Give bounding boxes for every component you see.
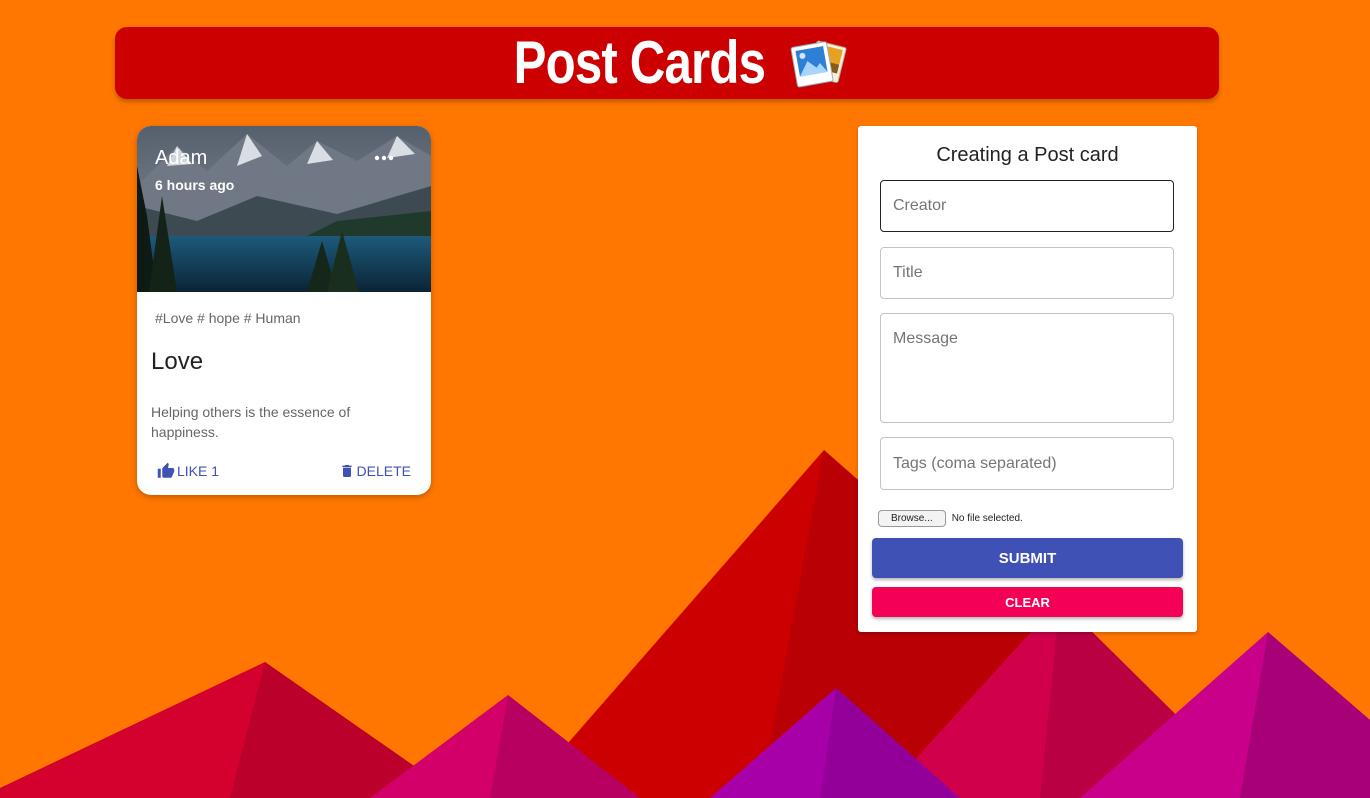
tags-field[interactable]	[880, 437, 1174, 490]
file-input: Browse... No file selected.	[878, 510, 1023, 527]
post-tags: #Love # hope # Human	[155, 310, 301, 326]
app-title: Post Cards	[513, 29, 765, 96]
photos-icon	[791, 40, 847, 88]
trash-icon	[341, 465, 352, 477]
submit-button[interactable]: SUBMIT	[872, 538, 1183, 578]
browse-button[interactable]: Browse...	[878, 510, 946, 527]
post-actions: LIKE 1 DELETE	[137, 458, 431, 486]
thumb-up-icon	[157, 462, 175, 478]
title-field[interactable]	[880, 247, 1174, 299]
post-time: 6 hours ago	[155, 177, 235, 193]
file-status: No file selected.	[951, 513, 1023, 524]
message-field[interactable]	[880, 313, 1174, 423]
form-heading: Creating a Post card	[936, 144, 1119, 166]
creator-field[interactable]	[880, 180, 1174, 232]
delete-button[interactable]: DELETE	[339, 462, 411, 480]
post-image: Adam 6 hours ago	[137, 126, 431, 292]
post-card: Adam 6 hours ago #Love # hope # Human Lo…	[137, 126, 431, 495]
post-creator: Adam	[155, 147, 208, 169]
more-options-icon[interactable]	[373, 148, 395, 168]
delete-label: DELETE	[356, 463, 411, 479]
like-label: LIKE 1	[177, 463, 220, 479]
clear-button[interactable]: CLEAR	[872, 587, 1183, 617]
like-button[interactable]: LIKE 1	[157, 462, 219, 480]
post-title: Love	[151, 348, 204, 375]
post-message: Helping others is the essence of happine…	[151, 404, 351, 440]
app-bar: Post Cards	[115, 27, 1219, 99]
create-post-form: Creating a Post card Browse... No file s…	[858, 126, 1197, 632]
